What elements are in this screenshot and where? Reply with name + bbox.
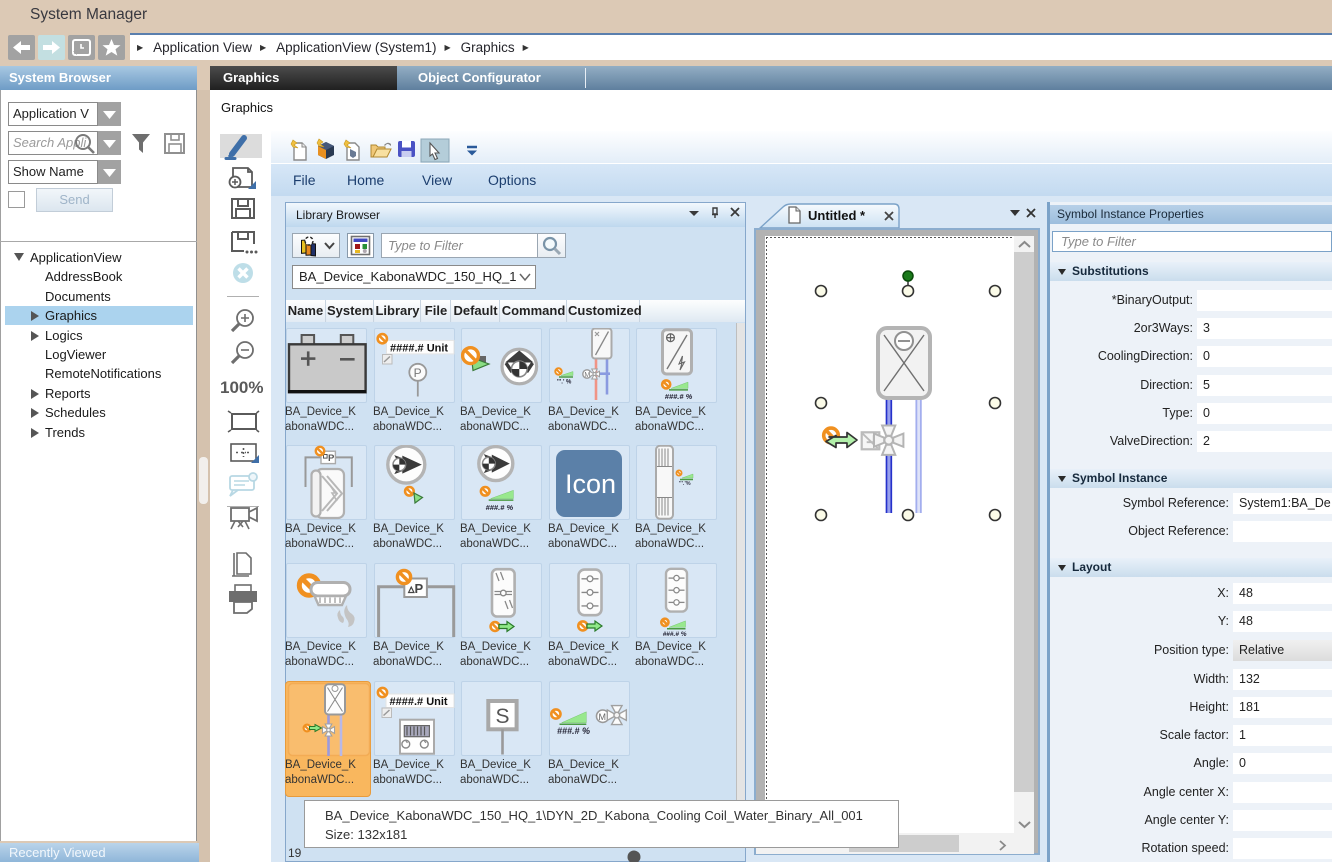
svg-text:100%: 100%: [220, 378, 263, 397]
svg-text:S: S: [496, 705, 510, 728]
svg-text:####.# Unit: ####.# Unit: [390, 696, 448, 708]
svg-text:###.# %: ###.# %: [663, 631, 687, 638]
svg-text:'''.' %: '''.' %: [557, 380, 572, 386]
svg-text:▵P: ▵P: [407, 581, 424, 596]
svg-text:###.# %: ###.# %: [486, 503, 514, 512]
svg-text:P: P: [328, 453, 335, 464]
svg-text:####.# Unit: ####.# Unit: [390, 343, 448, 355]
svg-text:###.# %: ###.# %: [557, 726, 590, 736]
svg-text:###.# %: ###.# %: [665, 392, 693, 401]
svg-text:Icon: Icon: [565, 469, 616, 499]
svg-text:P: P: [414, 366, 422, 380]
svg-text:'''.'%: '''.'%: [679, 481, 691, 487]
svg-text:M: M: [599, 712, 607, 722]
